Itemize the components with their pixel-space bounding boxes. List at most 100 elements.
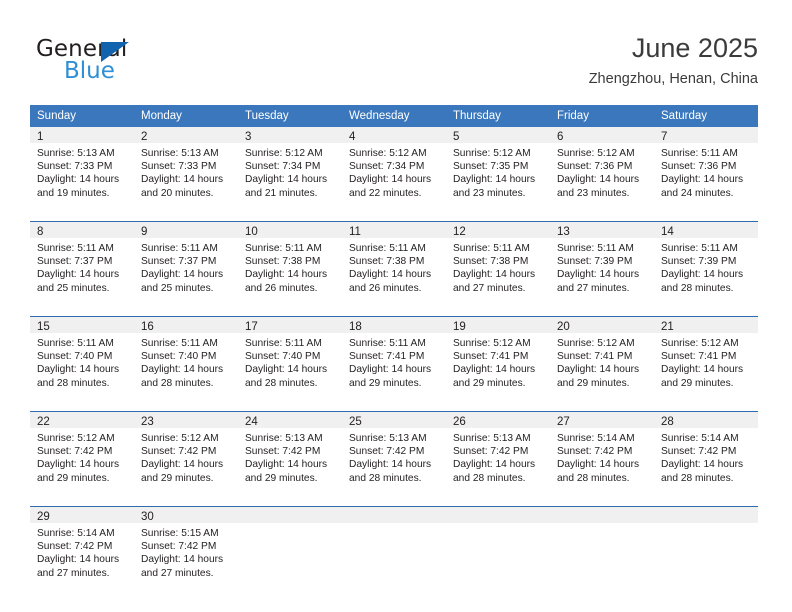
- calendar-day-cell[interactable]: 16 Sunrise: 5:11 AM Sunset: 7:40 PM Dayligh…: [134, 316, 238, 399]
- sunset-time: Sunset: 7:36 PM: [661, 161, 737, 173]
- calendar-week-row: 15 Sunrise: 5:11 AM Sunset: 7:40 PM Dayligh…: [30, 316, 758, 399]
- daylight-duration-line1: Daylight: 14 hours: [349, 459, 432, 471]
- logo-text-blue: Blue: [64, 58, 115, 84]
- daylight-duration-line1: Daylight: 14 hours: [349, 364, 432, 376]
- daylight-duration-line2: and 22 minutes.: [349, 187, 422, 199]
- sunrise-time: Sunrise: 5:11 AM: [37, 338, 114, 349]
- daylight-duration-line1: Daylight: 14 hours: [245, 269, 328, 281]
- day-details: Sunrise: 5:12 AM Sunset: 7:41 PM Daylight:…: [446, 333, 550, 399]
- sunrise-time: Sunrise: 5:11 AM: [141, 243, 218, 254]
- calendar-day-cell[interactable]: 30 Sunrise: 5:15 AM Sunset: 7:42 PM Dayligh…: [134, 506, 238, 589]
- calendar-day-cell[interactable]: 13 Sunrise: 5:11 AM Sunset: 7:39 PM Dayligh…: [550, 221, 654, 304]
- sunset-time: Sunset: 7:37 PM: [141, 256, 217, 268]
- calendar-day-cell[interactable]: 28 Sunrise: 5:14 AM Sunset: 7:42 PM Dayligh…: [654, 411, 758, 494]
- calendar-week-row: 29 Sunrise: 5:14 AM Sunset: 7:42 PM Dayligh…: [30, 506, 758, 589]
- calendar-empty-cell: [238, 506, 342, 589]
- daylight-duration-line2: and 29 minutes.: [557, 377, 630, 389]
- calendar-empty-cell: [446, 506, 550, 589]
- sunrise-time: Sunrise: 5:12 AM: [141, 433, 219, 444]
- sunrise-time: Sunrise: 5:12 AM: [453, 148, 531, 159]
- day-details: [550, 523, 654, 589]
- sunrise-time: Sunrise: 5:11 AM: [37, 243, 114, 254]
- sunset-time: Sunset: 7:42 PM: [453, 446, 529, 458]
- daylight-duration-line2: and 29 minutes.: [37, 472, 110, 484]
- day-number: 4: [342, 127, 446, 143]
- sunset-time: Sunset: 7:41 PM: [661, 351, 737, 363]
- calendar-day-cell[interactable]: 17 Sunrise: 5:11 AM Sunset: 7:40 PM Dayligh…: [238, 316, 342, 399]
- calendar-page: General Blue June 2025 Zhengzhou, Henan,…: [0, 0, 792, 612]
- calendar-day-cell[interactable]: 27 Sunrise: 5:14 AM Sunset: 7:42 PM Dayligh…: [550, 411, 654, 494]
- sunset-time: Sunset: 7:41 PM: [349, 351, 425, 363]
- calendar-day-cell[interactable]: 26 Sunrise: 5:13 AM Sunset: 7:42 PM Dayligh…: [446, 411, 550, 494]
- sunrise-time: Sunrise: 5:14 AM: [37, 528, 115, 539]
- day-details: Sunrise: 5:11 AM Sunset: 7:41 PM Daylight:…: [342, 333, 446, 399]
- calendar-day-cell[interactable]: 24 Sunrise: 5:13 AM Sunset: 7:42 PM Dayligh…: [238, 411, 342, 494]
- day-details: Sunrise: 5:12 AM Sunset: 7:35 PM Daylight:…: [446, 143, 550, 209]
- calendar-day-cell[interactable]: 10 Sunrise: 5:11 AM Sunset: 7:38 PM Dayligh…: [238, 221, 342, 304]
- daylight-duration-line2: and 27 minutes.: [557, 282, 630, 294]
- day-number: [238, 507, 342, 523]
- day-details: Sunrise: 5:11 AM Sunset: 7:39 PM Daylight:…: [550, 238, 654, 304]
- day-number: 24: [238, 412, 342, 428]
- sunset-time: Sunset: 7:41 PM: [557, 351, 633, 363]
- day-number: 9: [134, 222, 238, 238]
- sunset-time: Sunset: 7:42 PM: [37, 541, 113, 553]
- daylight-duration-line1: Daylight: 14 hours: [349, 174, 432, 186]
- calendar-day-cell[interactable]: 23 Sunrise: 5:12 AM Sunset: 7:42 PM Dayligh…: [134, 411, 238, 494]
- daylight-duration-line2: and 29 minutes.: [245, 472, 318, 484]
- calendar-day-cell[interactable]: 7 Sunrise: 5:11 AM Sunset: 7:36 PM Daylight…: [654, 127, 758, 209]
- day-number: 29: [30, 507, 134, 523]
- sunrise-time: Sunrise: 5:12 AM: [557, 338, 635, 349]
- calendar-day-cell[interactable]: 21 Sunrise: 5:12 AM Sunset: 7:41 PM Dayligh…: [654, 316, 758, 399]
- week-spacer-cell: [30, 399, 758, 412]
- day-details: Sunrise: 5:11 AM Sunset: 7:40 PM Daylight:…: [134, 333, 238, 399]
- day-number: 20: [550, 317, 654, 333]
- daylight-duration-line1: Daylight: 14 hours: [661, 269, 744, 281]
- calendar-day-cell[interactable]: 8 Sunrise: 5:11 AM Sunset: 7:37 PM Daylight…: [30, 221, 134, 304]
- weekday-header-saturday: Saturday: [654, 105, 758, 127]
- day-details: Sunrise: 5:13 AM Sunset: 7:33 PM Daylight:…: [30, 143, 134, 209]
- calendar-day-cell[interactable]: 14 Sunrise: 5:11 AM Sunset: 7:39 PM Dayligh…: [654, 221, 758, 304]
- day-number: 26: [446, 412, 550, 428]
- day-number: 12: [446, 222, 550, 238]
- daylight-duration-line1: Daylight: 14 hours: [141, 174, 224, 186]
- sunrise-time: Sunrise: 5:12 AM: [37, 433, 115, 444]
- sunrise-time: Sunrise: 5:13 AM: [141, 148, 219, 159]
- calendar-day-cell[interactable]: 3 Sunrise: 5:12 AM Sunset: 7:34 PM Daylight…: [238, 127, 342, 209]
- calendar-day-cell[interactable]: 4 Sunrise: 5:12 AM Sunset: 7:34 PM Daylight…: [342, 127, 446, 209]
- daylight-duration-line2: and 25 minutes.: [141, 282, 214, 294]
- calendar-day-cell[interactable]: 22 Sunrise: 5:12 AM Sunset: 7:42 PM Dayligh…: [30, 411, 134, 494]
- day-number: 21: [654, 317, 758, 333]
- daylight-duration-line2: and 25 minutes.: [37, 282, 110, 294]
- sunset-time: Sunset: 7:36 PM: [557, 161, 633, 173]
- calendar-day-cell[interactable]: 12 Sunrise: 5:11 AM Sunset: 7:38 PM Dayligh…: [446, 221, 550, 304]
- calendar-day-cell[interactable]: 2 Sunrise: 5:13 AM Sunset: 7:33 PM Daylight…: [134, 127, 238, 209]
- calendar-day-cell[interactable]: 29 Sunrise: 5:14 AM Sunset: 7:42 PM Dayligh…: [30, 506, 134, 589]
- day-details: [342, 523, 446, 589]
- daylight-duration-line1: Daylight: 14 hours: [661, 459, 744, 471]
- sunset-time: Sunset: 7:42 PM: [141, 446, 217, 458]
- calendar-day-cell[interactable]: 5 Sunrise: 5:12 AM Sunset: 7:35 PM Daylight…: [446, 127, 550, 209]
- calendar-header-row: Sunday Monday Tuesday Wednesday Thursday Frid…: [30, 105, 758, 127]
- calendar-day-cell[interactable]: 11 Sunrise: 5:11 AM Sunset: 7:38 PM Dayligh…: [342, 221, 446, 304]
- sunrise-time: Sunrise: 5:12 AM: [245, 148, 323, 159]
- calendar-week-row: 22 Sunrise: 5:12 AM Sunset: 7:42 PM Dayligh…: [30, 411, 758, 494]
- day-details: Sunrise: 5:11 AM Sunset: 7:37 PM Daylight:…: [134, 238, 238, 304]
- daylight-duration-line2: and 29 minutes.: [661, 377, 734, 389]
- day-number: 30: [134, 507, 238, 523]
- calendar-day-cell[interactable]: 1 Sunrise: 5:13 AM Sunset: 7:33 PM Daylight…: [30, 127, 134, 209]
- calendar-day-cell[interactable]: 20 Sunrise: 5:12 AM Sunset: 7:41 PM Dayligh…: [550, 316, 654, 399]
- daylight-duration-line1: Daylight: 14 hours: [141, 459, 224, 471]
- sunset-time: Sunset: 7:38 PM: [349, 256, 425, 268]
- calendar-day-cell[interactable]: 15 Sunrise: 5:11 AM Sunset: 7:40 PM Dayligh…: [30, 316, 134, 399]
- calendar-day-cell[interactable]: 18 Sunrise: 5:11 AM Sunset: 7:41 PM Dayligh…: [342, 316, 446, 399]
- calendar-day-cell[interactable]: 25 Sunrise: 5:13 AM Sunset: 7:42 PM Dayligh…: [342, 411, 446, 494]
- calendar-day-cell[interactable]: 6 Sunrise: 5:12 AM Sunset: 7:36 PM Daylight…: [550, 127, 654, 209]
- general-blue-logo[interactable]: General Blue: [36, 38, 156, 84]
- weekday-header-friday: Friday: [550, 105, 654, 127]
- day-number: 13: [550, 222, 654, 238]
- calendar-day-cell[interactable]: 9 Sunrise: 5:11 AM Sunset: 7:37 PM Daylight…: [134, 221, 238, 304]
- calendar-day-cell[interactable]: 19 Sunrise: 5:12 AM Sunset: 7:41 PM Dayligh…: [446, 316, 550, 399]
- day-details: Sunrise: 5:13 AM Sunset: 7:33 PM Daylight:…: [134, 143, 238, 209]
- daylight-duration-line1: Daylight: 14 hours: [37, 364, 120, 376]
